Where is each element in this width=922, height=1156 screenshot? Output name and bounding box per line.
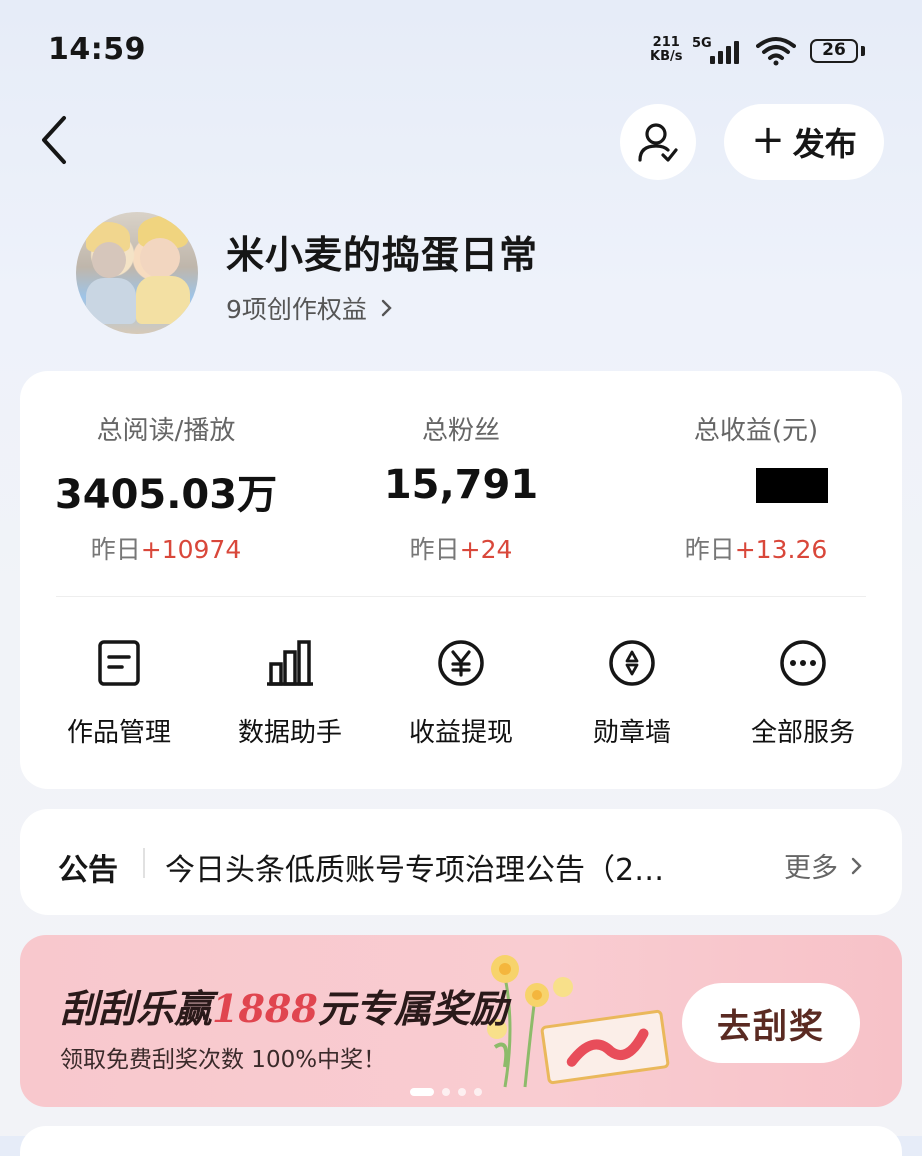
- banner-subtitle: 领取免费刮奖次数 100%中奖！: [60, 1047, 387, 1073]
- carousel-dot[interactable]: [442, 1088, 450, 1096]
- publish-label: 发布: [792, 125, 857, 163]
- user-check-icon: [638, 123, 678, 162]
- banner-title: 刮刮乐赢1888元专属奖励: [60, 986, 508, 1031]
- publish-button[interactable]: + 发布: [724, 104, 884, 180]
- tool-label: 作品管理: [66, 718, 171, 748]
- carousel-dot-active[interactable]: [410, 1088, 434, 1096]
- tool-label: 全部服务: [750, 718, 855, 748]
- announcement-text[interactable]: 今日头条低质账号专项治理公告（2…: [165, 845, 720, 889]
- document-icon: [94, 638, 144, 688]
- tool-all-services[interactable]: 全部服务: [718, 638, 888, 749]
- tool-label: 数据助手: [237, 718, 342, 748]
- signal-icon: [708, 40, 746, 64]
- status-time: 14:59: [48, 32, 146, 67]
- plus-icon: +: [751, 117, 785, 163]
- announcement-title: 公告: [58, 853, 118, 888]
- stat-delta-earnings: 昨日+13.26: [684, 535, 828, 564]
- stat-label-reads: 总阅读/播放: [96, 416, 236, 446]
- stat-delta-fans: 昨日+24: [409, 535, 513, 564]
- creator-benefits-link[interactable]: 9项创作权益: [226, 290, 393, 326]
- stat-delta-reads: 昨日+10974: [90, 535, 242, 564]
- announcement-separator: [143, 848, 145, 878]
- bar-chart-icon: [265, 638, 315, 688]
- stat-label-earnings: 总收益(元): [693, 416, 819, 446]
- tool-data-assistant[interactable]: 数据助手: [205, 638, 375, 749]
- avatar[interactable]: [76, 212, 198, 334]
- back-button[interactable]: [36, 112, 76, 168]
- earnings-redacted-block: [756, 468, 828, 503]
- stat-value-fans: 15,791: [383, 462, 539, 508]
- wifi-icon: [756, 36, 796, 66]
- scratch-button[interactable]: 去刮奖: [682, 983, 860, 1063]
- carousel-dot[interactable]: [458, 1088, 466, 1096]
- profile-name: 米小麦的捣蛋日常: [226, 233, 539, 277]
- yen-icon: [436, 638, 486, 688]
- network-speed: 211 KB/s: [650, 35, 683, 64]
- tool-label: 勋章墙: [592, 718, 671, 748]
- tool-badge-wall[interactable]: 勋章墙: [547, 638, 717, 749]
- user-profile-button[interactable]: [620, 104, 696, 180]
- benefits-label: 9项创作权益: [226, 295, 367, 324]
- chevron-right-icon: [381, 295, 393, 324]
- chevron-left-icon: [42, 116, 66, 164]
- carousel-indicator[interactable]: [410, 1088, 482, 1096]
- tool-works-management[interactable]: 作品管理: [34, 638, 204, 749]
- next-card-peek: [20, 1126, 902, 1156]
- more-icon: [778, 638, 828, 688]
- chevron-right-icon: [851, 853, 863, 884]
- battery-icon: 26: [810, 39, 858, 63]
- stat-label-fans: 总粉丝: [421, 416, 500, 446]
- stats-divider: [56, 596, 866, 597]
- tool-label: 收益提现: [408, 718, 513, 748]
- stat-value-reads: 3405.03万: [54, 472, 278, 518]
- carousel-dot[interactable]: [474, 1088, 482, 1096]
- battery-tip: [861, 46, 865, 56]
- badge-icon: [607, 638, 657, 688]
- tool-earnings-withdraw[interactable]: 收益提现: [376, 638, 546, 749]
- announcement-more-link[interactable]: 更多: [784, 846, 863, 885]
